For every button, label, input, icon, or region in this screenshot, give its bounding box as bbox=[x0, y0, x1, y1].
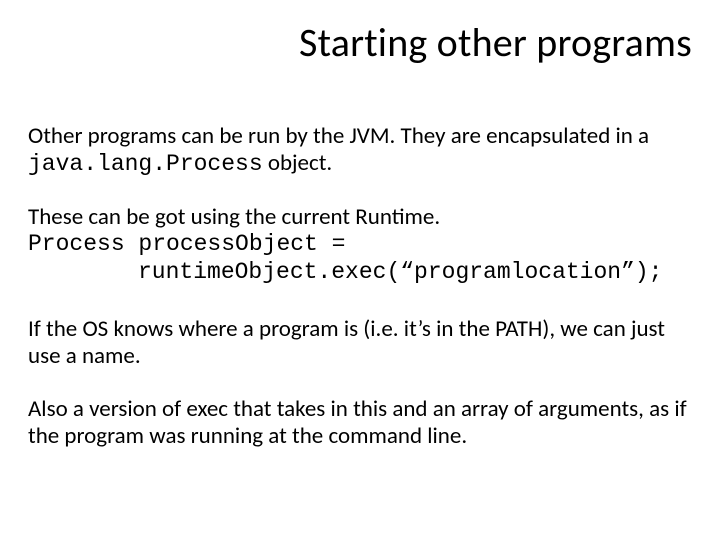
paragraph-intro: Other programs can be run by the JVM. Th… bbox=[28, 123, 692, 178]
paragraph-args: Also a version of exec that takes in thi… bbox=[28, 396, 692, 450]
slide-title: Starting other programs bbox=[28, 18, 692, 67]
paragraph-intro-post: object. bbox=[263, 149, 333, 177]
slide: Starting other programs Other programs c… bbox=[0, 0, 720, 540]
runtime-block: These can be got using the current Runti… bbox=[28, 204, 692, 285]
code-line-1: Process processObject = bbox=[28, 231, 345, 257]
code-line-2: runtimeObject.exec(“programlocation”); bbox=[28, 259, 692, 286]
code-snippet: Process processObject = runtimeObject.ex… bbox=[28, 231, 692, 285]
inline-code-class: java.lang.Process bbox=[28, 151, 263, 177]
paragraph-intro-pre: Other programs can be run by the JVM. Th… bbox=[28, 122, 649, 150]
paragraph-runtime: These can be got using the current Runti… bbox=[28, 204, 692, 231]
paragraph-path: If the OS knows where a program is (i.e.… bbox=[28, 316, 692, 370]
